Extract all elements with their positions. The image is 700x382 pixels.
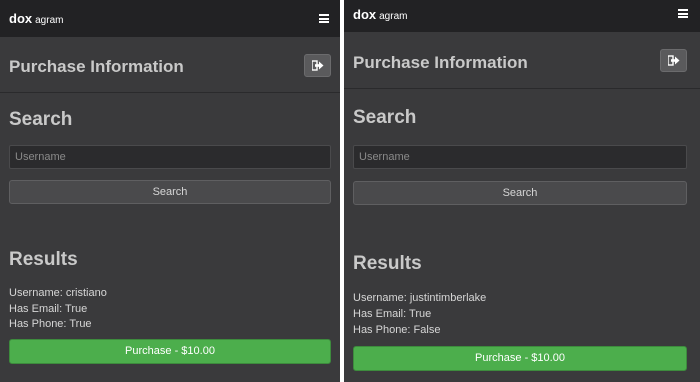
search-heading: Search — [353, 107, 417, 128]
username-search-input[interactable] — [9, 145, 331, 169]
result-has-email: Has Email: True — [9, 303, 88, 315]
page-header: Purchase Information — [0, 37, 340, 93]
navbar: dox agram — [0, 0, 340, 37]
hamburger-menu-icon[interactable] — [319, 14, 329, 23]
result-has-phone: Has Phone: False — [353, 324, 441, 336]
result-has-email: Has Email: True — [353, 308, 432, 320]
purchase-button[interactable]: Purchase - $10.00 — [353, 346, 687, 371]
results-heading: Results — [9, 249, 78, 270]
brand-sub: agram — [379, 11, 408, 22]
sign-out-icon — [312, 60, 324, 71]
brand-sub: agram — [35, 15, 64, 26]
search-button[interactable]: Search — [9, 180, 331, 204]
result-username: Username: cristiano — [9, 287, 107, 299]
page-title: Purchase Information — [9, 57, 184, 76]
logout-button[interactable] — [660, 49, 687, 72]
purchase-button[interactable]: Purchase - $10.00 — [9, 339, 331, 364]
result-username: Username: justintimberlake — [353, 292, 487, 304]
search-button[interactable]: Search — [353, 181, 687, 205]
page-title: Purchase Information — [353, 53, 528, 72]
results-heading: Results — [353, 253, 422, 274]
page-header: Purchase Information — [344, 32, 700, 89]
brand-logo[interactable]: dox agram — [9, 10, 63, 28]
brand-logo[interactable]: dox agram — [353, 6, 407, 24]
navbar: dox agram — [344, 0, 700, 32]
screenshot-right: doxagram Purchase Information Search Sea… — [344, 0, 700, 382]
hamburger-menu-icon[interactable] — [678, 9, 688, 18]
result-has-phone: Has Phone: True — [9, 318, 92, 330]
brand-main: dox — [353, 7, 377, 22]
brand-main: dox — [9, 11, 33, 26]
screenshot-left: doxagram Purchase Information Search Sea… — [0, 0, 340, 382]
sign-out-icon — [668, 55, 680, 66]
search-heading: Search — [9, 109, 73, 130]
username-search-input[interactable] — [353, 145, 687, 169]
logout-button[interactable] — [304, 54, 331, 77]
